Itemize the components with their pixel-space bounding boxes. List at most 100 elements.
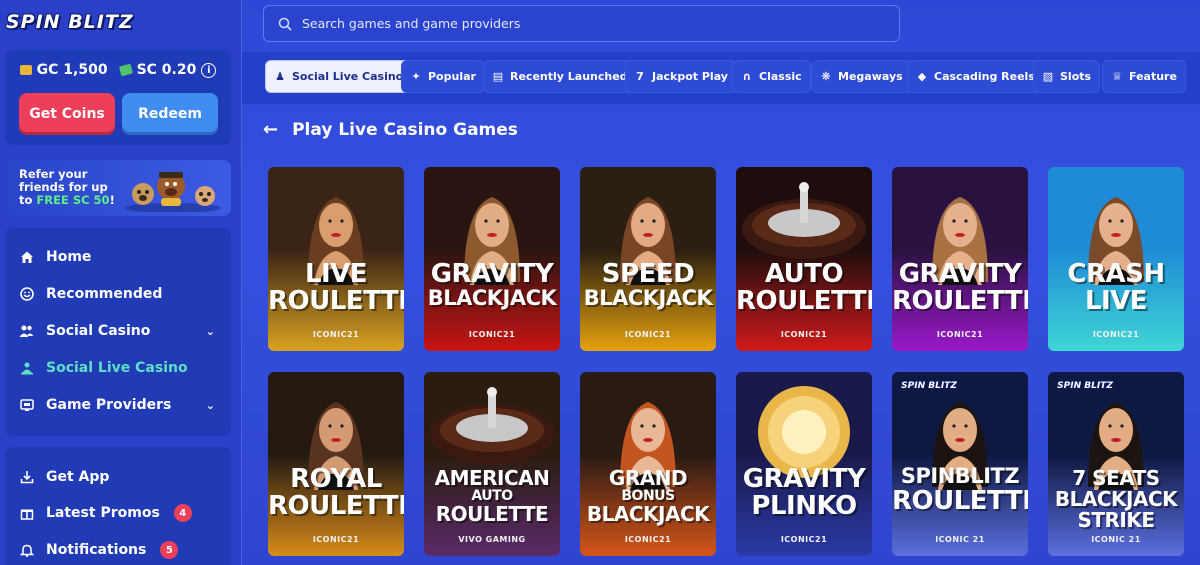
gift-icon [19, 506, 34, 521]
providers-icon [19, 398, 34, 413]
smiley-icon [19, 287, 34, 302]
game-provider: ICONIC21 [468, 330, 516, 339]
refer-text: Refer your friends for up to FREE SC 50! [19, 168, 115, 207]
tab-label: Popular [428, 70, 476, 83]
game-title-line: BLACKJACK [1054, 487, 1178, 511]
game-artwork [620, 402, 676, 490]
refer-highlight: FREE SC 50 [36, 193, 110, 207]
game-provider: VIVO GAMING [458, 535, 526, 544]
nav-latest-promos[interactable]: Latest Promos 4 [19, 502, 219, 524]
tab-megaways[interactable]: ❋ Megaways [811, 60, 912, 93]
game-title-line: ROULETTE [736, 286, 872, 316]
redeem-button[interactable]: Redeem [122, 93, 218, 135]
game-title-line: SPEED [601, 259, 695, 289]
tab-label: Classic [759, 70, 802, 83]
refer-friends-banner[interactable]: Refer your friends for up to FREE SC 50! [5, 160, 231, 216]
game-provider: ICONIC21 [312, 330, 360, 339]
live-dealer-icon [19, 361, 34, 376]
gc-balance: GC 1,500 [19, 62, 108, 78]
nav-game-providers[interactable]: Game Providers ⌄ [19, 394, 219, 416]
tab-label: Megaways [838, 70, 903, 83]
slot-machine-icon: ▧ [1042, 70, 1054, 83]
nav-notifications[interactable]: Notifications 5 [19, 539, 219, 561]
bell-icon [19, 543, 34, 558]
search-input[interactable]: Search games and game providers [263, 5, 900, 42]
tab-classic[interactable]: ∩ Classic [732, 60, 811, 93]
nav-home[interactable]: Home [19, 246, 219, 268]
game-title-line: ROULETTE [892, 286, 1028, 316]
seven-icon: 7 [636, 70, 644, 83]
nav-social-live-casino[interactable]: Social Live Casino [19, 357, 219, 379]
game-card[interactable]: AMERICAN AUTO ROULETTE VIVO GAMING [424, 372, 560, 556]
gc-balance-text: GC 1,500 [36, 62, 108, 78]
notifications-count-badge: 5 [160, 541, 179, 559]
game-card[interactable]: AUTO ROULETTE ICONIC21 [736, 167, 872, 351]
gold-coins-icon [19, 65, 32, 75]
game-card[interactable]: GRAND BONUS BLACKJACK ICONIC21 [580, 372, 716, 556]
spinblitz-brand-badge: SPIN BLITZ [901, 381, 957, 391]
game-title-line: AUTO [764, 259, 844, 289]
game-provider: ICONIC21 [624, 535, 672, 544]
nav-get-app[interactable]: Get App [19, 466, 219, 488]
game-title-line: ROULETTE [435, 502, 549, 526]
nav-latest-promos-label: Latest Promos [46, 505, 160, 521]
game-provider: ICONIC21 [780, 330, 828, 339]
game-provider: ICONIC21 [1092, 330, 1140, 339]
game-title-line: ROULETTE [892, 486, 1028, 516]
game-card[interactable]: GRAVITY PLINKO ICONIC21 [736, 372, 872, 556]
refer-line-3: to FREE SC 50! [19, 194, 115, 207]
game-card[interactable]: GRAVITY BLACKJACK ICONIC21 [424, 167, 560, 351]
game-title-line: PLINKO [751, 491, 857, 521]
megaways-icon: ❋ [821, 70, 831, 83]
wallet-panel: GC 1,500 SC 0.20 i Get Coins Redeem [5, 50, 231, 145]
search-icon [278, 17, 292, 31]
section-heading: ← Play Live Casino Games [263, 119, 518, 140]
page-title: Play Live Casino Games [292, 119, 518, 140]
sc-balance-text: SC 0.20 [136, 62, 197, 78]
tab-label: Jackpot Play [652, 70, 728, 83]
game-card[interactable]: LIVE ROULETTE ICONIC21 [268, 167, 404, 351]
nav-recommended[interactable]: Recommended [19, 283, 219, 305]
tab-cascading-reels[interactable]: ◆ Cascading Reels [907, 60, 1044, 93]
tab-label: Social Live Casino [292, 70, 404, 83]
nav-game-providers-label: Game Providers [46, 397, 172, 413]
tab-social-live-casino[interactable]: ♟ Social Live Casino [265, 60, 413, 93]
tab-jackpot-play[interactable]: 7 Jackpot Play [625, 60, 737, 93]
game-provider: ICONIC21 [312, 535, 360, 544]
game-title-line: 7 SEATS [1072, 466, 1160, 490]
back-arrow-icon[interactable]: ← [263, 119, 278, 140]
nav-home-label: Home [46, 249, 92, 265]
spinblitz-brand-badge: SPIN BLITZ [1057, 381, 1113, 391]
promos-count-badge: 4 [173, 504, 192, 522]
tab-slots[interactable]: ▧ Slots [1033, 60, 1101, 93]
chevron-down-icon[interactable]: ⌄ [206, 399, 215, 412]
game-card[interactable]: SPIN BLITZ SPINBLITZ ROULETTE ICONIC 21 [892, 372, 1028, 556]
game-title-line: BLACKJACK [583, 286, 713, 310]
tab-label: Recently Launched [510, 70, 628, 83]
flame-icon: ✦ [411, 70, 421, 83]
get-coins-button[interactable]: Get Coins [19, 93, 115, 135]
game-title-line: GRAVITY [430, 259, 554, 289]
game-title-line: LIVE [1084, 286, 1148, 316]
sweeps-coins-icon [118, 63, 133, 77]
spinblitz-logo[interactable]: SPIN BLITZ [6, 8, 166, 36]
main-nav: Home Recommended Social Casino ⌄ Social … [5, 228, 231, 436]
tab-recently-launched[interactable]: ▤ Recently Launched [483, 60, 637, 93]
game-card[interactable]: ROYAL ROULETTE ICONIC21 [268, 372, 404, 556]
logo-text: SPIN BLITZ [6, 11, 134, 33]
nav-get-app-label: Get App [46, 469, 110, 485]
info-icon[interactable]: i [201, 62, 217, 78]
nav-social-casino[interactable]: Social Casino ⌄ [19, 320, 219, 342]
refer-line-3-suffix: ! [109, 193, 115, 207]
game-card[interactable]: SPIN BLITZ 7 SEATS BLACKJACK STRIKE ICONIC 2… [1048, 372, 1184, 556]
game-title-line: CRASH [1067, 259, 1165, 289]
game-title-line: SPINBLITZ [900, 464, 1020, 488]
tab-feature[interactable]: ♕ Feature [1102, 60, 1186, 93]
game-provider: ICONIC 21 [935, 535, 985, 544]
game-provider: ICONIC21 [780, 535, 828, 544]
tab-popular[interactable]: ✦ Popular [401, 60, 485, 93]
game-card[interactable]: CRASH LIVE ICONIC21 [1048, 167, 1184, 351]
game-card[interactable]: SPEED BLACKJACK ICONIC21 [580, 167, 716, 351]
chevron-down-icon[interactable]: ⌄ [206, 325, 215, 338]
game-card[interactable]: GRAVITY ROULETTE ICONIC21 [892, 167, 1028, 351]
